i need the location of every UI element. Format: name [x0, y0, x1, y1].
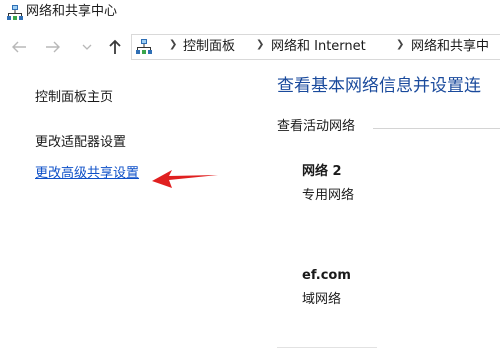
- sidebar-item-change-adapter-settings[interactable]: 更改适配器设置: [35, 134, 126, 152]
- network-sharing-center-window: 网络和共享中心 ❯ 控制面板 ❯ 网络和 Internet ❯ 网络和共享中 控…: [0, 0, 500, 350]
- breadcrumb-control-panel[interactable]: 控制面板: [183, 38, 235, 56]
- address-bar[interactable]: ❯ 控制面板 ❯ 网络和 Internet ❯ 网络和共享中: [131, 34, 500, 60]
- section-divider: [277, 347, 377, 348]
- section-divider: [373, 128, 500, 129]
- active-networks-header: 查看活动网络: [277, 119, 356, 134]
- chevron-down-icon: [82, 44, 92, 50]
- sidebar-item-change-advanced-sharing-settings[interactable]: 更改高级共享设置: [35, 165, 139, 183]
- annotation-arrow: [152, 170, 218, 188]
- breadcrumb-separator-icon[interactable]: ❯: [396, 39, 404, 50]
- breadcrumb-separator-icon[interactable]: ❯: [256, 39, 264, 50]
- network-name: ef.com: [302, 268, 351, 283]
- network-icon: [7, 5, 23, 20]
- window-title: 网络和共享中心: [26, 4, 118, 19]
- arrow-up-icon: [109, 39, 121, 54]
- recent-locations-button[interactable]: [78, 35, 96, 59]
- network-type: 域网络: [302, 292, 342, 307]
- breadcrumb-network-internet[interactable]: 网络和 Internet: [271, 38, 366, 56]
- up-button[interactable]: [104, 35, 126, 59]
- breadcrumb-network-sharing-center[interactable]: 网络和共享中: [411, 38, 489, 56]
- page-title: 查看基本网络信息并设置连: [277, 76, 481, 96]
- forward-button[interactable]: [42, 35, 64, 59]
- arrow-right-icon: [46, 41, 60, 53]
- breadcrumb-separator-icon[interactable]: ❯: [169, 39, 177, 50]
- navigation-bar: ❯ 控制面板 ❯ 网络和 Internet ❯ 网络和共享中: [0, 33, 500, 61]
- network-name: 网络 2: [302, 164, 342, 179]
- sidebar-item-control-panel-home[interactable]: 控制面板主页: [35, 89, 113, 107]
- back-button[interactable]: [8, 35, 30, 59]
- arrow-left-icon: [12, 41, 26, 53]
- network-type: 专用网络: [302, 188, 355, 203]
- network-icon: [136, 39, 152, 54]
- title-bar: 网络和共享中心: [0, 0, 500, 26]
